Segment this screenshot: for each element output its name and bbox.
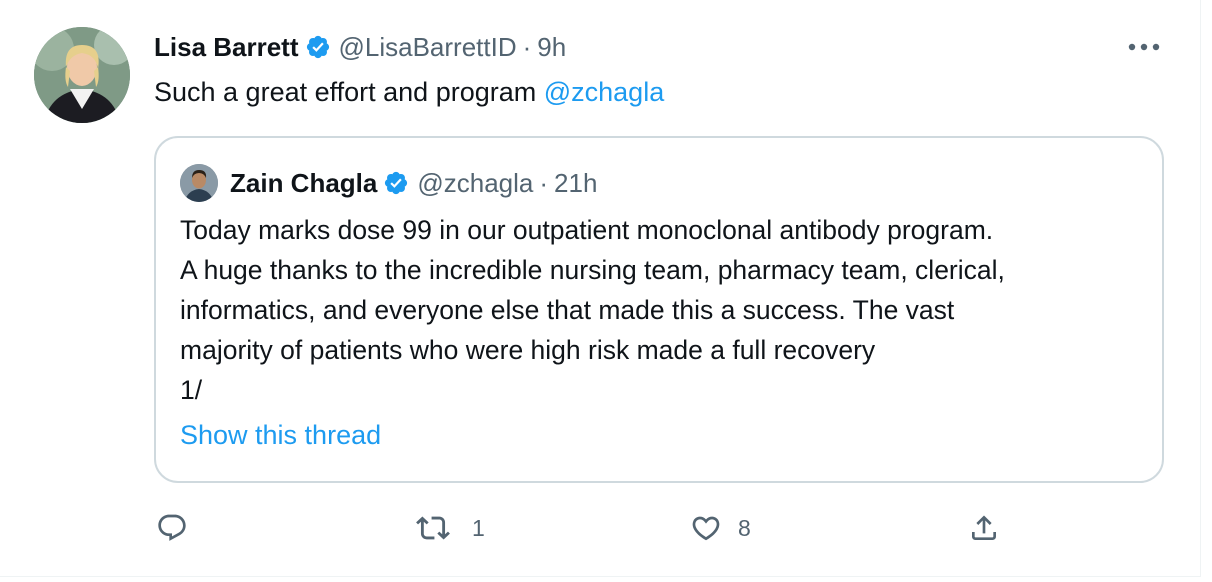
quoted-avatar-photo [180,164,218,202]
reply-button[interactable] [156,506,188,550]
tweet-header: Lisa Barrett @LisaBarrettID · 9h [154,30,566,64]
heart-icon [690,512,722,544]
quoted-author-name[interactable]: Zain Chagla [230,168,377,199]
tweet-text: Such a great effort and program @zchagla [154,74,664,110]
share-button[interactable] [968,506,1000,550]
quoted-tweet-timestamp[interactable]: 21h [554,168,597,199]
verified-badge-icon [383,170,409,196]
quoted-tweet[interactable]: Zain Chagla @zchagla · 21h Today marks d… [154,136,1164,483]
mention-link[interactable]: @zchagla [544,77,664,107]
quoted-header-separator: · [539,167,549,198]
retweet-icon [416,511,450,545]
header-separator: · [522,31,532,62]
quoted-text-line: 1/ [180,375,203,405]
tweet-text-body: Such a great effort and program [154,77,544,107]
tweet-timestamp[interactable]: 9h [537,32,566,63]
like-count: 8 [738,514,751,541]
verified-badge-icon [305,34,331,60]
share-icon [968,512,1000,544]
avatar-photo [34,27,130,123]
quoted-text-line: majority of patients who were high risk … [180,335,876,365]
quoted-text-line: Today marks dose 99 in our outpatient mo… [180,215,994,245]
retweet-count: 1 [472,514,485,541]
quoted-text-line: informatics, and everyone else that made… [180,295,955,325]
quoted-tweet-text: Today marks dose 99 in our outpatient mo… [180,210,1140,410]
show-thread-link[interactable]: Show this thread [180,420,381,451]
quoted-text-line: A huge thanks to the incredible nursing … [180,255,1005,285]
reply-icon [156,512,188,544]
author-name[interactable]: Lisa Barrett [154,32,299,63]
quoted-tweet-header: Zain Chagla @zchagla · 21h [180,164,597,202]
tweet-actions: 1 8 [154,506,1014,550]
quoted-author-handle[interactable]: @zchagla [417,168,533,199]
retweet-button[interactable]: 1 [416,506,485,550]
author-avatar[interactable] [34,27,130,123]
tweet-card[interactable]: Lisa Barrett @LisaBarrettID · 9h Such a … [0,0,1201,577]
author-handle[interactable]: @LisaBarrettID [339,32,517,63]
quoted-author-avatar[interactable] [180,164,218,202]
like-button[interactable]: 8 [690,506,751,550]
more-dots-icon[interactable] [1124,30,1164,64]
